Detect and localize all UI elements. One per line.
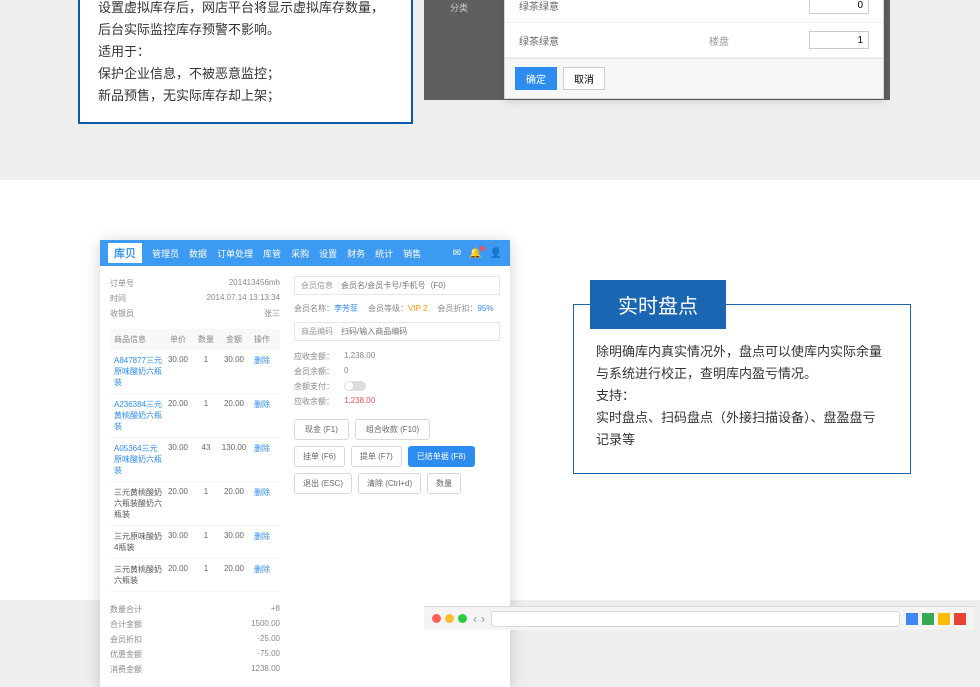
maximize-icon[interactable]	[458, 614, 467, 623]
side-tab-category[interactable]: 分类	[434, 0, 484, 20]
clear-button[interactable]: 清除 (Ctrl+d)	[358, 473, 421, 494]
delete-link[interactable]: 删除	[248, 355, 276, 388]
table-row: 三元黄桃酸奶六瓶装20.00120.00删除	[110, 559, 280, 592]
logout-button[interactable]: 退出 (ESC)	[294, 473, 352, 494]
table-row: 三元原味酸奶4瓶装30.00130.00删除	[110, 526, 280, 559]
nav-sales[interactable]: 销售	[403, 247, 421, 260]
feature-title: 实时盘点	[590, 280, 726, 329]
delete-link[interactable]: 删除	[248, 443, 276, 476]
table-row: 三元黄桃酸奶六瓶装酸奶六瓶装20.00120.00删除	[110, 482, 280, 526]
virtual-stock-description: 设置虚拟库存后，网店平台将显示虚拟库存数量，后台实际监控库存预警不影响。 适用于…	[78, 0, 413, 124]
delete-link[interactable]: 删除	[248, 487, 276, 520]
cash-button[interactable]: 现金 (F1)	[294, 419, 349, 440]
app-logo: 库贝	[108, 243, 142, 263]
get-button[interactable]: 提单 (F7)	[351, 446, 402, 467]
cancel-button[interactable]: 取消	[563, 67, 605, 90]
qty-input[interactable]	[809, 31, 869, 49]
delete-link[interactable]: 删除	[248, 564, 276, 586]
stock-dialog: 测试1号14 绿茶绿意 绿茶绿意楼盘 确定 取消	[504, 0, 884, 99]
browser-ext-icon[interactable]	[906, 613, 918, 625]
table-row: A05364三元原味酸奶六瓶装30.0043130.00删除	[110, 438, 280, 482]
forward-icon[interactable]: ›	[481, 612, 485, 626]
nav-stats[interactable]: 统计	[375, 247, 393, 260]
delete-link[interactable]: 删除	[248, 531, 276, 553]
browser-ext-icon[interactable]	[954, 613, 966, 625]
nav-purchase[interactable]: 采购	[291, 247, 309, 260]
browser-chrome: ‹ ›	[424, 606, 974, 630]
url-bar[interactable]	[491, 611, 900, 627]
done-button[interactable]: 已结单据 (F8)	[408, 446, 475, 467]
back-icon[interactable]: ‹	[473, 612, 477, 626]
nav-admin[interactable]: 管理员	[152, 247, 179, 260]
delete-link[interactable]: 删除	[248, 399, 276, 432]
confirm-button[interactable]: 确定	[515, 67, 557, 90]
nav-stock[interactable]: 库管	[263, 247, 281, 260]
browser-ext-icon[interactable]	[938, 613, 950, 625]
pend-button[interactable]: 挂单 (F6)	[294, 446, 345, 467]
nav-order[interactable]: 订单处理	[217, 247, 253, 260]
mail-icon[interactable]: ✉	[453, 248, 461, 259]
user-icon[interactable]: 👤	[490, 248, 502, 259]
app-nav: 管理员 数据 订单处理 库管 采购 设置 财务 统计 销售	[152, 247, 453, 260]
traffic-lights	[432, 614, 467, 623]
table-row: A236384三元黄桃酸奶六瓶装20.00120.00删除	[110, 394, 280, 438]
combo-pay-button[interactable]: 组合收款 (F10)	[355, 419, 430, 440]
nav-finance[interactable]: 财务	[347, 247, 365, 260]
count-button[interactable]: 数量	[427, 473, 461, 494]
nav-data[interactable]: 数据	[189, 247, 207, 260]
nav-settings[interactable]: 设置	[319, 247, 337, 260]
browser-ext-icon[interactable]	[922, 613, 934, 625]
goods-code-input[interactable]	[341, 327, 493, 336]
qty-input[interactable]	[809, 0, 869, 14]
bell-icon[interactable]: 🔔	[469, 248, 481, 259]
close-icon[interactable]	[432, 614, 441, 623]
balance-toggle[interactable]	[344, 381, 366, 391]
member-search-input[interactable]	[341, 281, 493, 290]
feature-description: 除明确库内真实情况外，盘点可以使库内实际余量与系统进行校正，查明库内盈亏情况。 …	[573, 304, 911, 474]
table-row: A847877三元原味酸奶六瓶装30.00130.00删除	[110, 350, 280, 394]
minimize-icon[interactable]	[445, 614, 454, 623]
